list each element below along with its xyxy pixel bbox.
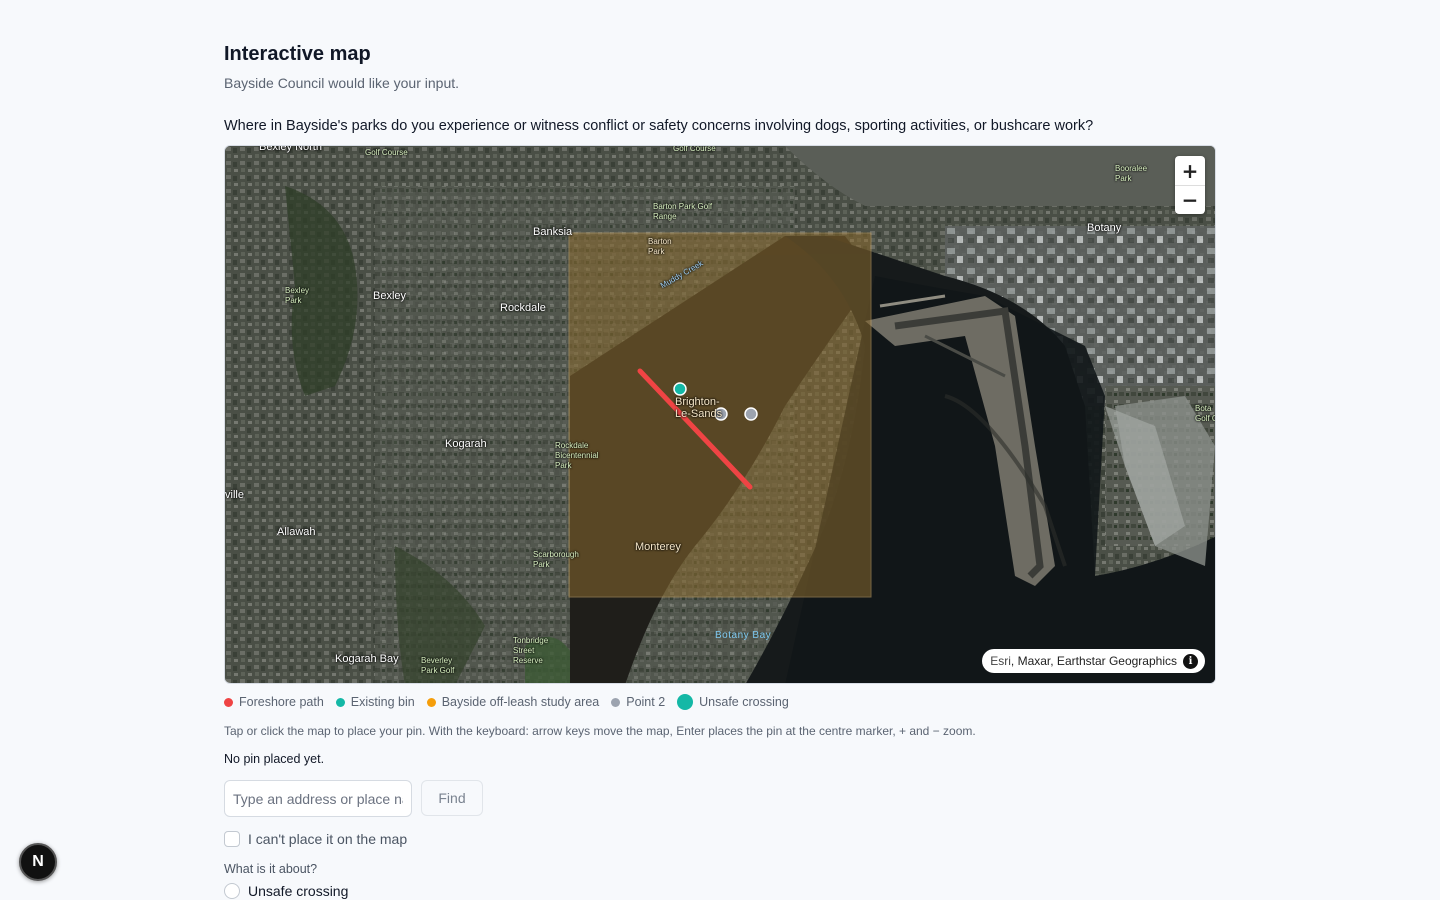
map-label-kogarah: Kogarah [445, 438, 487, 450]
next-dev-badge[interactable]: N [19, 843, 57, 881]
map-label-bexley-north: Bexley North [259, 145, 322, 153]
question-text: Where in Bayside's parks do you experien… [224, 118, 1094, 134]
map-instructions: Tap or click the map to place your pin. … [224, 724, 976, 738]
map-label-golf-course: Golf Course [673, 145, 716, 153]
legend-item-point-2: Point 2 [611, 695, 665, 709]
map-label-rockdale-bicentennial-park: Rockdale Bicentennial Park [555, 441, 599, 470]
legend-swatch [335, 697, 345, 707]
map-label-allawah: Allawah [277, 526, 316, 538]
map-label-barton-park-golf: Barton Park Golf Range [653, 202, 713, 221]
legend-label: Bayside off-leash study area [441, 695, 600, 709]
cant-place-checkbox[interactable] [224, 831, 240, 847]
topic-option-unsafe-crossing[interactable]: Unsafe crossing [224, 883, 348, 899]
map-label-scarborough-park: Scarborough Park [533, 550, 579, 569]
map-label-bexley: Bexley [373, 290, 407, 302]
map-label-kogarah-bay: Kogarah Bay [335, 653, 399, 665]
attribution-text: Esri, Maxar, Earthstar Geographics [990, 654, 1177, 668]
legend-item-existing-bin: Existing bin [335, 695, 415, 709]
find-button[interactable]: Find [421, 780, 483, 816]
map-label-ville: ville [225, 489, 244, 501]
map-label-beverley-park-golf: Beverley Park Golf [421, 656, 455, 675]
legend-item-unsafe-crossing: Unsafe crossing [677, 694, 789, 710]
legend-swatch [611, 697, 621, 707]
map-label-barton-park: Barton Park [648, 237, 672, 256]
map-label-rockdale: Rockdale [500, 302, 546, 314]
attribution-esri[interactable]: Esri [990, 654, 1011, 668]
legend-label: Existing bin [350, 695, 415, 709]
address-search: Find [224, 780, 483, 817]
legend-swatch [426, 697, 436, 707]
legend-label: Unsafe crossing [699, 695, 789, 709]
cant-place-option[interactable]: I can't place it on the map [224, 831, 407, 847]
map-label-bota-golf: Bota Golf C [1195, 404, 1216, 423]
map-label-monterey: Monterey [635, 541, 681, 553]
map-legend: Foreshore path Existing bin Bayside off-… [224, 694, 789, 710]
map-label-tonbridge-street-reserve: Tonbridge Street Reserve [513, 636, 549, 665]
map-label-botany: Botany [1087, 222, 1122, 234]
legend-item-foreshore-path: Foreshore path [224, 695, 324, 709]
address-search-input[interactable] [224, 780, 412, 817]
zoom-control: + − [1175, 156, 1205, 214]
map-label-booralee-park: Booralee Park [1115, 164, 1148, 183]
attribution-providers: , Maxar, Earthstar Geographics [1010, 654, 1177, 668]
info-icon[interactable]: i [1183, 653, 1198, 669]
cant-place-label: I can't place it on the map [248, 831, 408, 847]
page-subtitle: Bayside Council would like your input. [224, 75, 460, 91]
zoom-in-button[interactable]: + [1175, 156, 1205, 185]
topic-question-label: What is it about? [224, 862, 318, 876]
unsafe-crossing-radio[interactable] [224, 883, 240, 899]
form-section: Interactive map Bayside Council would li… [224, 40, 1216, 899]
zoom-out-button[interactable]: − [1175, 185, 1205, 214]
topic-option-label: Unsafe crossing [248, 883, 349, 899]
map-label-golf-course: Golf Course [365, 148, 408, 157]
legend-label: Point 2 [626, 695, 666, 709]
page-title: Interactive map [224, 43, 371, 65]
legend-swatch [224, 697, 233, 707]
interactive-map[interactable]: Bexley North Golf Course Golf Course Bar… [224, 145, 1216, 684]
map-label-botany-bay: Botany Bay [715, 630, 772, 641]
pin-status: No pin placed yet. [224, 752, 325, 766]
map-label-bexley-park: Bexley Park [285, 286, 310, 305]
legend-swatch [677, 694, 694, 710]
legend-item-off-leash-area: Bayside off-leash study area [426, 695, 600, 709]
map-attribution: Esri, Maxar, Earthstar Geographics i [982, 649, 1205, 673]
map-label-banksia: Banksia [533, 226, 573, 238]
map-label-brighton-le-sands: Brighton-Le-Sands [675, 396, 723, 420]
legend-label: Foreshore path [239, 695, 324, 709]
